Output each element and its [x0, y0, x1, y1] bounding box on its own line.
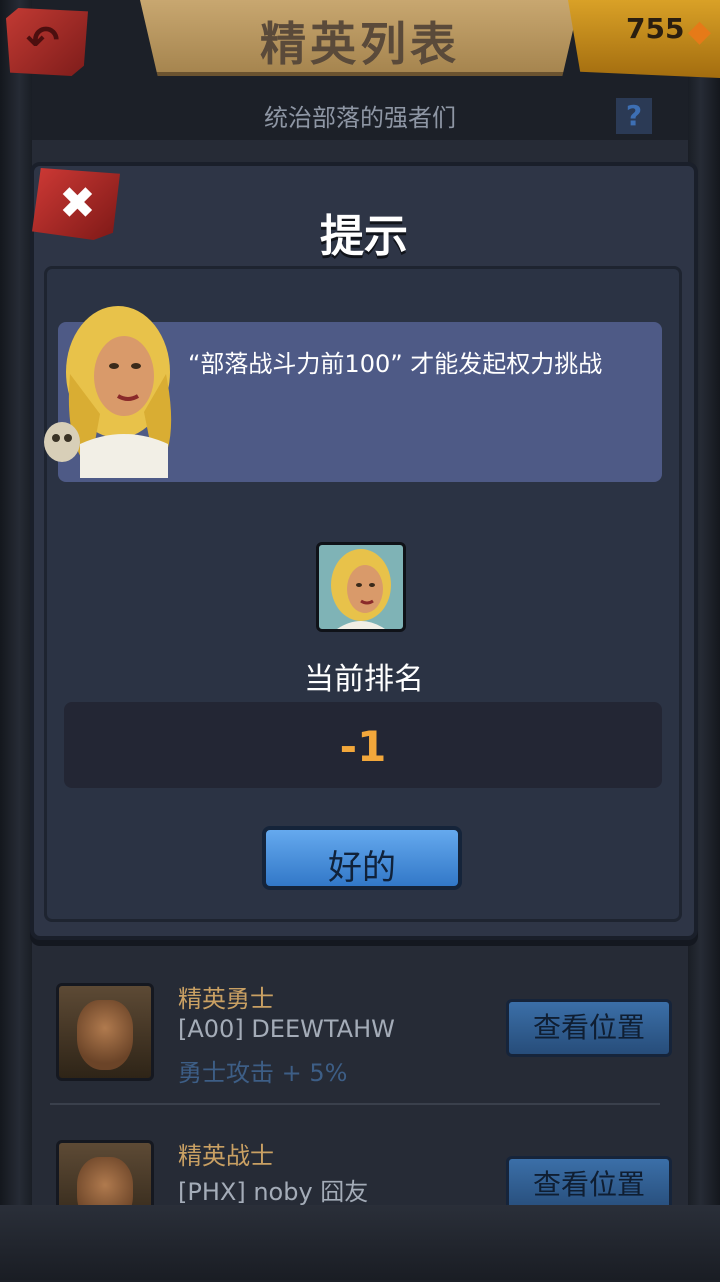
gem-count: 755	[626, 12, 685, 45]
elite-title: 精英勇士	[178, 985, 274, 1013]
ok-button-label: 好的	[328, 848, 396, 888]
gem-icon: ◆	[688, 14, 712, 49]
npc-portrait	[44, 306, 172, 478]
dialog-title: 提示	[320, 211, 408, 262]
left-rock-border	[0, 0, 32, 1280]
back-button[interactable]: ↶	[6, 8, 88, 76]
notice-dialog: 提示 ✖ “部落战斗力前100” 才能发起权力挑战 当前排名 -1 好的	[30, 162, 698, 940]
view-location-button[interactable]: 查看位置	[506, 999, 672, 1057]
elite-bonus: 勇士攻击 + 5%	[178, 1059, 348, 1087]
elite-player: [PHX] noby 囧友	[178, 1178, 369, 1206]
page-subtitle: 统治部落的强者们	[264, 104, 456, 132]
title-banner: 精英列表	[140, 0, 580, 76]
rank-label: 当前排名	[304, 662, 424, 697]
warrior-portrait	[56, 983, 154, 1081]
close-x-icon: ✖	[59, 178, 96, 229]
page-title: 精英列表	[260, 17, 460, 71]
help-button[interactable]: ?	[616, 98, 652, 134]
player-avatar	[316, 542, 406, 632]
elite-title: 精英战士	[178, 1142, 274, 1170]
bottom-bar	[0, 1205, 720, 1280]
gem-counter[interactable]: 755 ◆	[568, 0, 720, 78]
rank-value: -1	[339, 722, 387, 771]
rank-box: -1	[64, 702, 662, 788]
ok-button[interactable]: 好的	[262, 826, 462, 890]
back-arrow-icon: ↶	[26, 18, 60, 64]
elite-player: [A00] DEEWTAHW	[178, 1015, 395, 1043]
dialog-message: “部落战斗力前100” 才能发起权力挑战	[188, 350, 603, 378]
row-divider	[50, 1103, 660, 1105]
close-button[interactable]: ✖	[32, 168, 120, 240]
